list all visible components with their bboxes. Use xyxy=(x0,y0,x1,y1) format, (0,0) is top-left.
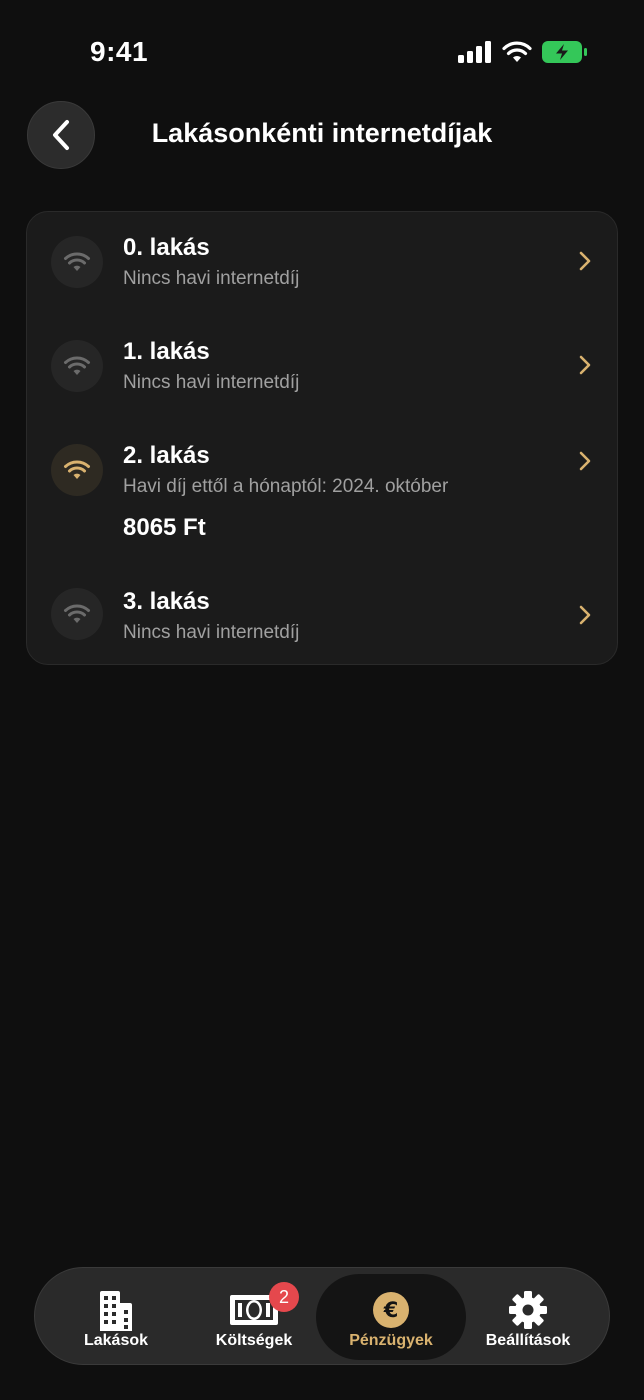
apartment-list-card: 0. lakás Nincs havi internetdíj 1. lakás… xyxy=(26,211,618,665)
tab-label: Beállítások xyxy=(485,1332,571,1349)
tab-koltsegek[interactable]: 2 Költségek xyxy=(179,1274,329,1360)
chevron-right-icon xyxy=(579,251,591,271)
wifi-icon xyxy=(51,340,103,392)
chevron-right-icon xyxy=(579,451,591,471)
apartment-amount: 8065 Ft xyxy=(123,514,206,541)
wifi-status-icon xyxy=(502,41,532,62)
notification-badge: 2 xyxy=(269,1282,299,1312)
apartment-subtitle: Nincs havi internetdíj xyxy=(123,268,300,289)
apartment-title: 2. lakás xyxy=(123,442,210,469)
gear-icon xyxy=(453,1288,603,1332)
apartment-row-0[interactable]: 0. lakás Nincs havi internetdíj xyxy=(27,212,617,316)
svg-text:€: € xyxy=(383,1298,399,1322)
apartment-title: 1. lakás xyxy=(123,338,210,365)
tab-label: Költségek xyxy=(215,1332,293,1349)
battery-charging-icon xyxy=(542,41,587,63)
building-icon xyxy=(41,1288,191,1332)
apartment-subtitle: Havi díj ettől a hónaptól: 2024. október xyxy=(123,476,449,497)
apartment-title: 3. lakás xyxy=(123,588,210,615)
apartment-row-2[interactable]: 2. lakás Havi díj ettől a hónaptól: 2024… xyxy=(27,420,617,564)
status-icons xyxy=(458,40,588,64)
tab-beallitasok[interactable]: Beállítások xyxy=(453,1274,603,1360)
tab-label: Lakások xyxy=(83,1332,149,1349)
euro-icon: € xyxy=(316,1288,466,1332)
wifi-icon xyxy=(51,236,103,288)
cellular-signal-icon xyxy=(458,41,491,63)
chevron-right-icon xyxy=(579,605,591,625)
status-bar: 9:41 xyxy=(0,0,644,100)
wifi-icon xyxy=(51,444,103,496)
apartment-row-3[interactable]: 3. lakás Nincs havi internetdíj xyxy=(27,564,617,666)
wifi-icon xyxy=(51,588,103,640)
apartment-subtitle: Nincs havi internetdíj xyxy=(123,622,300,643)
tab-bar: Lakások 2 Költségek € Pénzügyek Beállítá… xyxy=(34,1267,610,1365)
chevron-right-icon xyxy=(579,355,591,375)
tab-penzugyek[interactable]: € Pénzügyek xyxy=(316,1274,466,1360)
banknote-icon xyxy=(179,1288,329,1332)
tab-label: Pénzügyek xyxy=(349,1332,433,1349)
page-title: Lakásonkénti internetdíjak xyxy=(151,118,493,148)
status-time: 9:41 xyxy=(90,36,149,67)
apartment-subtitle: Nincs havi internetdíj xyxy=(123,372,300,393)
apartment-title: 0. lakás xyxy=(123,234,210,261)
tab-lakasok[interactable]: Lakások xyxy=(41,1274,191,1360)
apartment-row-1[interactable]: 1. lakás Nincs havi internetdíj xyxy=(27,316,617,420)
